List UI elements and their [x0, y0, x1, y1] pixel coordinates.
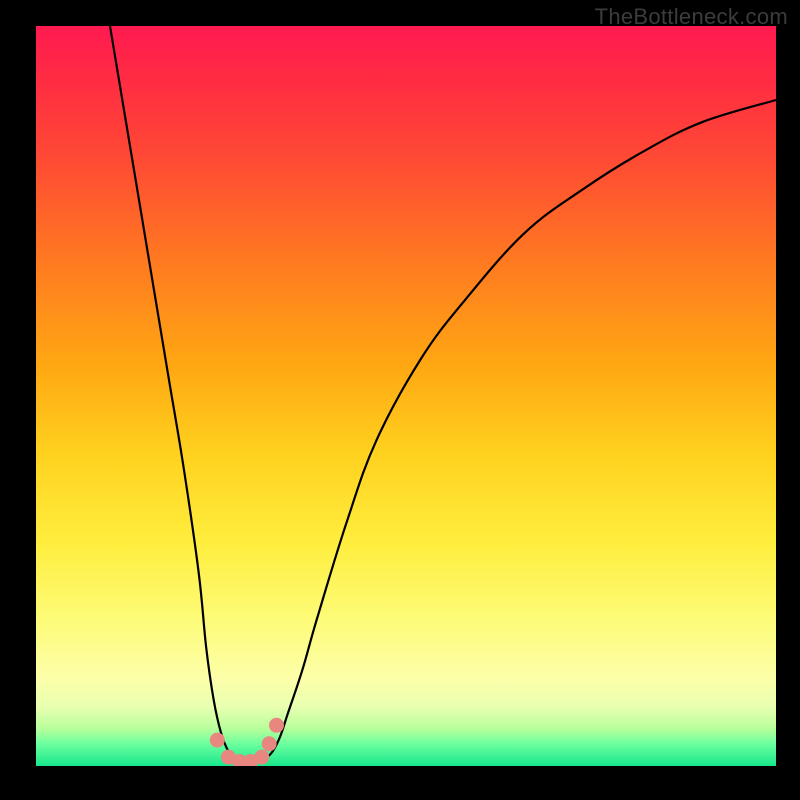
plot-area [36, 26, 776, 766]
marker-dot [254, 750, 269, 765]
curve-layer [36, 26, 776, 766]
chart-frame: TheBottleneck.com [0, 0, 800, 800]
marker-dot [243, 754, 258, 766]
marker-dot [232, 754, 247, 766]
bottom-markers [210, 718, 284, 766]
attribution-text: TheBottleneck.com [595, 4, 788, 30]
marker-dot [269, 718, 284, 733]
curve-left [110, 26, 243, 762]
marker-dot [210, 733, 225, 748]
curve-right [258, 100, 776, 762]
marker-dot [262, 736, 277, 751]
marker-dot [221, 750, 236, 765]
